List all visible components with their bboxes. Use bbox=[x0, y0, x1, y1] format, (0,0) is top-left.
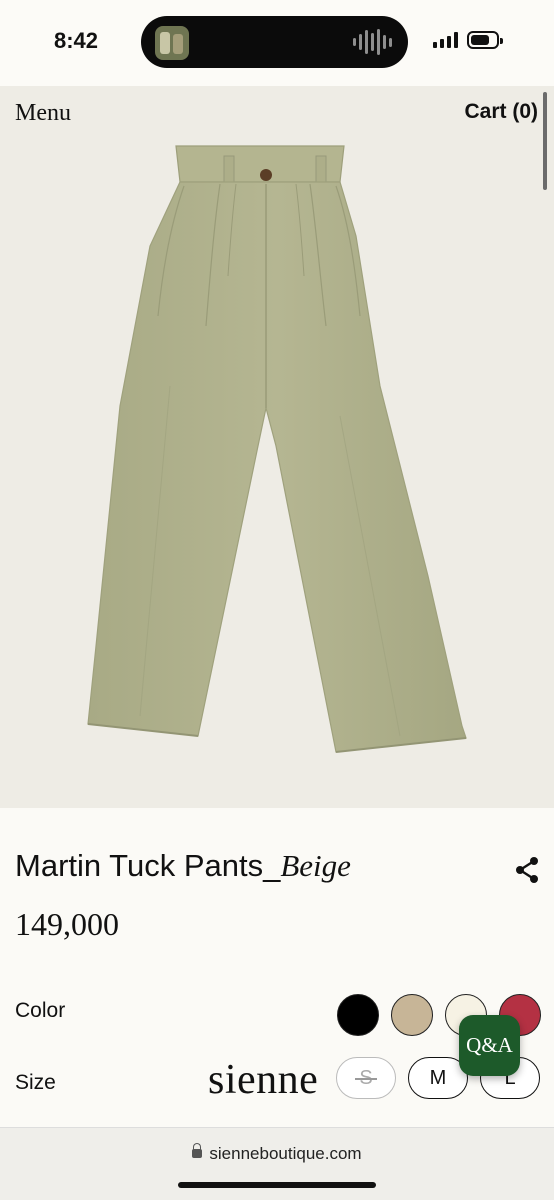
url-text: sienneboutique.com bbox=[209, 1144, 362, 1163]
audio-waveform-icon bbox=[353, 29, 392, 55]
menu-button[interactable]: Menu bbox=[15, 100, 71, 127]
size-option-label: S bbox=[355, 1066, 378, 1089]
lock-icon bbox=[192, 1143, 203, 1158]
now-playing-artwork bbox=[155, 26, 189, 60]
browser-url-bar[interactable]: sienneboutique.com bbox=[0, 1127, 554, 1200]
product-title: Martin Tuck Pants_Beige bbox=[15, 848, 351, 884]
product-name: Martin Tuck Pants_ bbox=[15, 848, 281, 883]
status-time: 8:42 bbox=[54, 28, 99, 53]
status-bar: 8:42 bbox=[0, 0, 554, 86]
size-option-s[interactable]: S bbox=[336, 1057, 396, 1099]
pants-photo[interactable] bbox=[0, 86, 554, 808]
home-indicator[interactable] bbox=[178, 1182, 376, 1188]
product-hero: Menu Cart (0) bbox=[0, 86, 554, 808]
product-variant: Beige bbox=[280, 848, 351, 883]
dynamic-island[interactable] bbox=[141, 16, 408, 68]
cellular-signal-icon bbox=[433, 32, 458, 48]
size-label: Size bbox=[15, 1071, 56, 1094]
product-price: 149,000 bbox=[15, 906, 119, 942]
qa-button[interactable]: Q&A bbox=[459, 1015, 520, 1076]
share-icon[interactable] bbox=[514, 856, 540, 884]
battery-icon bbox=[467, 31, 503, 49]
color-label: Color bbox=[15, 999, 66, 1022]
size-option-label: M bbox=[429, 1066, 447, 1089]
cart-button[interactable]: Cart (0) bbox=[464, 100, 538, 124]
color-swatch-black[interactable] bbox=[337, 994, 379, 1036]
url-field[interactable]: sienneboutique.com bbox=[0, 1143, 554, 1164]
scroll-indicator[interactable] bbox=[543, 92, 547, 190]
color-swatch-beige[interactable] bbox=[391, 994, 433, 1036]
brand-logo: sienne bbox=[208, 1057, 319, 1103]
